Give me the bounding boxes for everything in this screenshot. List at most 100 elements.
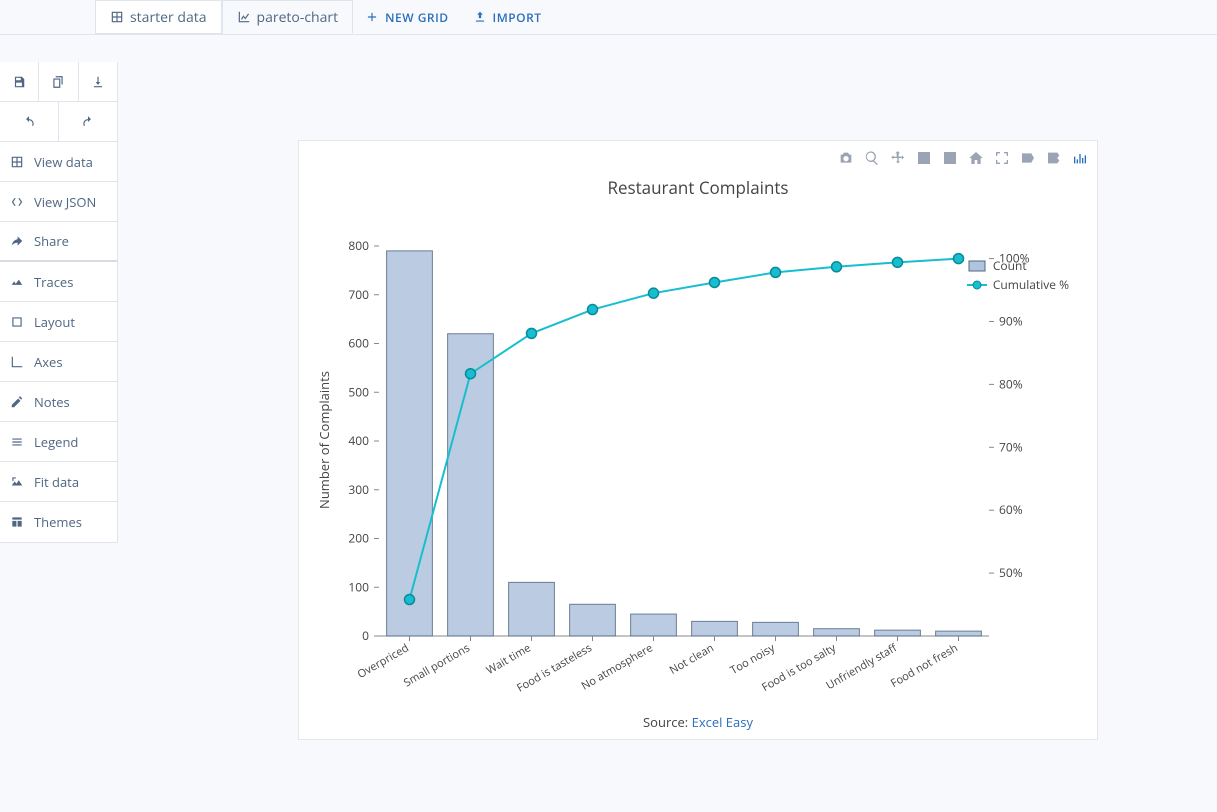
sidebar-item-traces[interactable]: Traces [0,262,117,302]
copy-button[interactable] [39,62,78,102]
plotly-icon [1071,150,1089,166]
tab-pareto-chart[interactable]: pareto-chart [222,0,354,34]
plotly-logo-button[interactable] [1071,149,1089,167]
sidebar-item-label: Axes [34,353,63,371]
undo-button[interactable] [0,102,59,142]
svg-text:400: 400 [348,432,369,449]
svg-text:90%: 90% [999,312,1023,329]
share-icon [10,234,24,248]
sidebar: View data View JSON Share Traces Layout … [0,62,118,543]
zoom-out-button[interactable] [941,149,959,167]
download-button[interactable] [79,62,117,102]
svg-text:300: 300 [348,481,369,498]
svg-text:100: 100 [348,578,369,595]
legend-swatch-line [967,279,987,291]
chart-title[interactable]: Restaurant Complaints [299,176,1097,199]
sidebar-item-fit-data[interactable]: Fit data [0,462,117,502]
sidebar-item-notes[interactable]: Notes [0,382,117,422]
redo-icon [81,115,95,129]
sidebar-item-label: Notes [34,393,70,411]
legend: Count Cumulative % [967,256,1069,294]
list-icon [10,435,24,449]
legend-label: Cumulative % [993,276,1069,293]
compare-button[interactable] [1045,149,1063,167]
plus-box-icon [916,150,932,166]
svg-text:700: 700 [348,286,369,303]
copy-icon [51,75,65,89]
svg-text:Food not fresh: Food not fresh [888,640,960,690]
sidebar-item-themes[interactable]: Themes [0,502,117,542]
camera-button[interactable] [837,149,855,167]
sidebar-item-label: Share [34,232,69,250]
sidebar-item-view-json[interactable]: View JSON [0,182,117,222]
plus-icon [365,10,379,24]
legend-item-count[interactable]: Count [967,256,1069,275]
svg-text:500: 500 [348,383,369,400]
tooltip-button[interactable] [1019,149,1037,167]
minus-box-icon [942,150,958,166]
sidebar-item-label: Legend [34,433,78,451]
new-grid-button[interactable]: NEW GRID [353,9,460,26]
upload-icon [473,10,487,24]
sidebar-item-legend[interactable]: Legend [0,422,117,462]
import-label: IMPORT [493,9,542,26]
svg-text:80%: 80% [999,375,1023,392]
chart-panel: Restaurant Complaints Number of Complain… [298,140,1098,740]
yaxis-title[interactable]: Number of Complaints [315,371,333,509]
download-icon [91,75,105,89]
sidebar-item-label: View JSON [34,193,96,211]
layout-icon [10,315,24,329]
svg-text:60%: 60% [999,501,1023,518]
svg-text:0: 0 [362,627,369,644]
double-label-icon [1045,150,1063,166]
svg-text:800: 800 [348,237,369,254]
grid-icon [10,155,24,169]
save-icon [12,75,26,89]
themes-icon [10,515,24,529]
new-grid-label: NEW GRID [385,9,448,26]
svg-text:Small portions: Small portions [401,640,472,690]
topbar: starter data pareto-chart NEW GRID IMPOR… [0,0,1217,35]
svg-text:Too noisy: Too noisy [728,640,778,678]
label-icon [1019,150,1037,166]
svg-text:Not clean: Not clean [667,640,717,677]
sidebar-item-share[interactable]: Share [0,222,117,262]
pan-icon [890,150,906,166]
home-icon [968,150,984,166]
sidebar-item-axes[interactable]: Axes [0,342,117,382]
legend-item-cumpct[interactable]: Cumulative % [967,275,1069,294]
sidebar-item-label: View data [34,153,93,171]
axes-icon [10,355,24,369]
sidebar-item-label: Layout [34,313,75,331]
autoscale-button[interactable] [993,149,1011,167]
svg-text:Wait time: Wait time [484,640,534,677]
sidebar-item-view-data[interactable]: View data [0,142,117,182]
pencil-icon [10,395,24,409]
save-button[interactable] [0,62,39,102]
redo-button[interactable] [59,102,118,142]
undo-icon [22,115,36,129]
sidebar-item-label: Fit data [34,473,79,491]
svg-text:200: 200 [348,530,369,547]
tab-starter-data[interactable]: starter data [95,0,222,34]
chart-line-icon [237,10,251,24]
sidebar-item-label: Traces [34,273,73,291]
home-button[interactable] [967,149,985,167]
plot-area[interactable]: 010020030040050060070080050%60%70%80%90%… [379,236,989,646]
traces-icon [10,275,24,289]
zoom-icon [864,150,880,166]
sidebar-item-layout[interactable]: Layout [0,302,117,342]
svg-text:70%: 70% [999,438,1023,455]
zoom-button[interactable] [863,149,881,167]
legend-swatch-bar [967,260,987,272]
pan-button[interactable] [889,149,907,167]
tab-label: pareto-chart [257,8,339,27]
import-button[interactable]: IMPORT [461,9,554,26]
source-link[interactable]: Excel Easy [692,713,753,731]
zoom-in-button[interactable] [915,149,933,167]
sidebar-item-label: Themes [34,513,82,531]
modebar [837,149,1089,167]
code-icon [10,195,24,209]
legend-label: Count [993,257,1027,274]
fit-icon [10,475,24,489]
